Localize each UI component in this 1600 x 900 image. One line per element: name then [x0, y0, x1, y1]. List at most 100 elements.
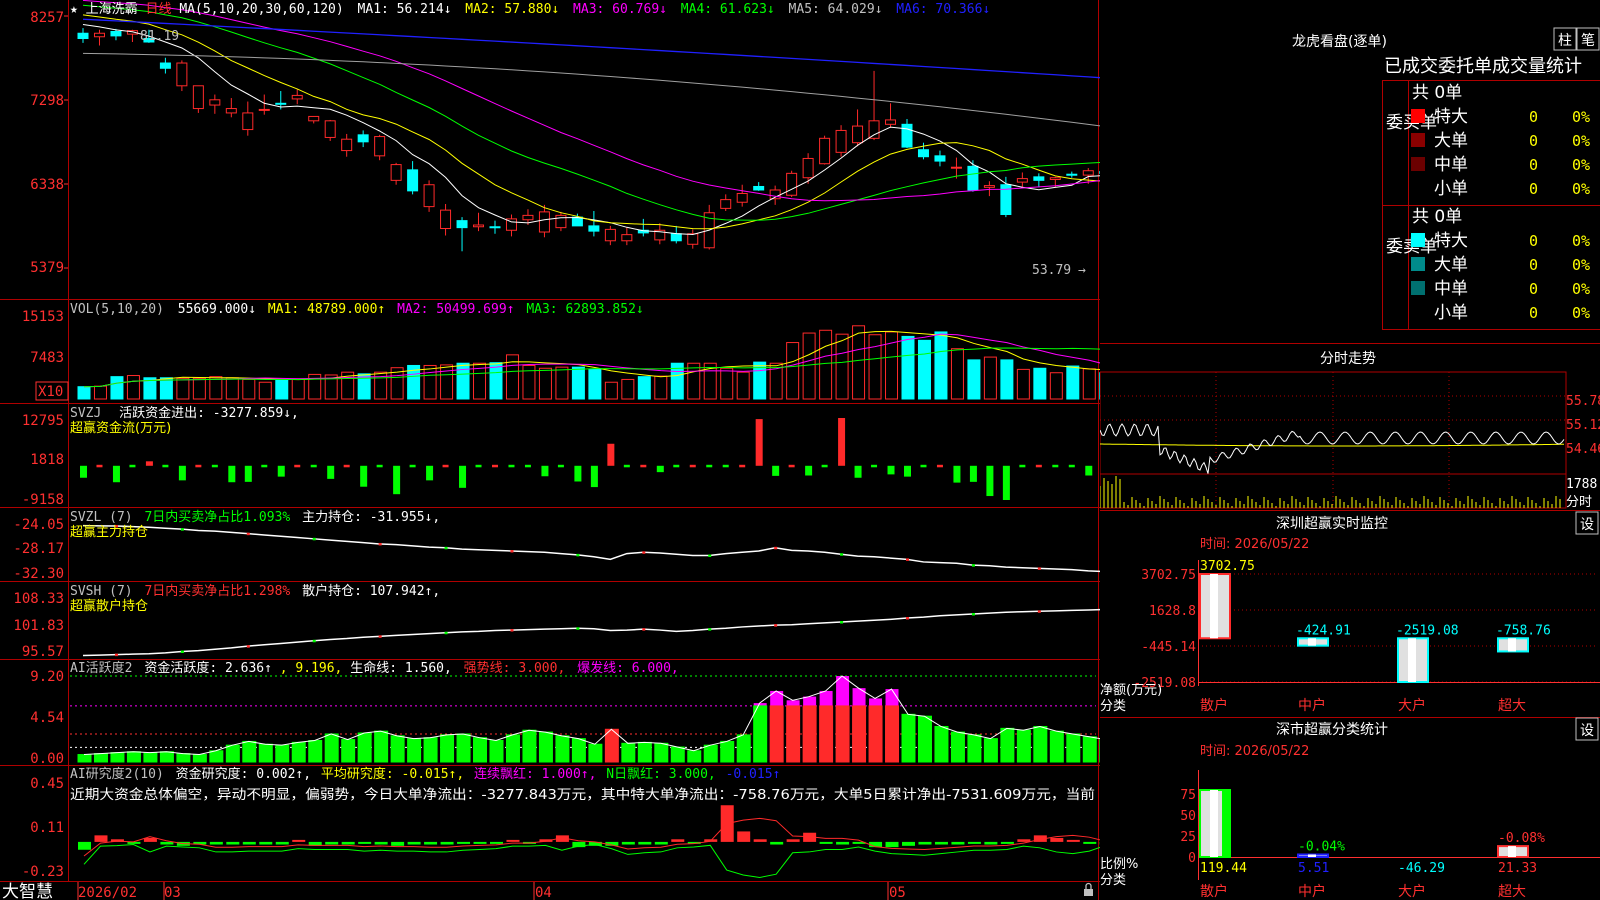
svzj-bar	[722, 464, 729, 468]
right-panel: 龙虎看盘(逐单) 柱 笔 已成交委托单成交量统计 委买单 委卖单 共 0单特大0	[1100, 0, 1600, 900]
ai1-title: AI活跃度2	[70, 660, 132, 676]
svsh-line-dot	[971, 612, 975, 616]
ai1-bar	[983, 738, 998, 763]
svzl-value: 主力持仓: -31.955↓,	[302, 510, 440, 525]
row-name: 中单	[1434, 155, 1468, 175]
monitor-side-label-1: 净额(万元)	[1100, 683, 1162, 698]
classstat-settings-button[interactable]: 设	[1575, 717, 1599, 741]
candle	[1082, 170, 1094, 176]
kline-area[interactable]: 8257 7298 6338 5379 15153 7483 12795 181…	[0, 0, 1100, 900]
svzj-bar	[508, 464, 515, 468]
svsh-ytick-3: 95.57	[22, 644, 64, 660]
intraday-ytick-2: 55.12	[1566, 418, 1600, 433]
btn-bar[interactable]: 柱	[1553, 27, 1577, 51]
class-cat: 中户	[1298, 883, 1326, 900]
monitor-settings-button[interactable]: 设	[1575, 511, 1599, 535]
ai1-bar	[192, 754, 207, 763]
svsh-line-dot	[774, 624, 778, 627]
svzl-line-dot	[774, 546, 778, 550]
ai2-title: AI研究度2(10)	[70, 766, 164, 782]
monitor-bar-shine	[1308, 638, 1316, 646]
row-name: 小单	[1434, 303, 1468, 323]
candle	[522, 214, 534, 221]
vol-bar	[291, 378, 305, 400]
ai1-bar	[77, 754, 92, 763]
svzj-value: 活跃资金进出: -3277.859↓,	[119, 405, 299, 421]
svsh-line-dot	[510, 629, 514, 632]
candle	[390, 164, 402, 181]
ai1-v5: 爆发线: 6.000,	[577, 660, 679, 676]
vol-bar	[571, 366, 585, 400]
lock-icon[interactable]	[1084, 882, 1093, 897]
svzl-ytick-3: -32.30	[13, 566, 64, 582]
ai2-bar	[209, 841, 223, 845]
svzj-bar	[492, 464, 498, 468]
svzj-bar	[343, 464, 350, 468]
ai1-bar-top	[770, 690, 784, 706]
candle	[852, 125, 864, 144]
candle	[275, 102, 287, 105]
vol-bar	[917, 339, 931, 400]
vol-ytick-2: 7483	[30, 350, 64, 366]
ai2-bar	[934, 841, 948, 845]
row-pct: 0%	[1572, 156, 1590, 174]
volume-bars	[77, 325, 1100, 400]
legend-swatch	[1411, 133, 1425, 147]
svzl-line-dot	[642, 551, 646, 554]
svzj-bar	[673, 464, 680, 468]
svzl-desc: 7日内买卖净占比1.093%	[144, 509, 290, 525]
vol-bar	[934, 331, 948, 400]
legend-swatch	[1411, 109, 1425, 123]
row-name: 中单	[1434, 279, 1468, 299]
monitor-ytick: -445.14	[1141, 640, 1196, 655]
ai2-bar	[753, 839, 767, 842]
row-name: 特大	[1434, 107, 1468, 127]
vol-bar	[93, 385, 107, 400]
svsh-line-dot	[378, 635, 382, 638]
ai2-bar	[621, 841, 635, 845]
svzj-bar	[739, 464, 746, 468]
candle	[868, 120, 880, 139]
ai1-header: AI活跃度2 资金活跃度: 2.636↑ , 9.196, 生命线: 1.560…	[70, 660, 679, 676]
row-qty: 0	[1529, 256, 1538, 274]
kline-svg[interactable]: 8257 7298 6338 5379 15153 7483 12795 181…	[0, 0, 1100, 900]
row-name: 小单	[1434, 179, 1468, 199]
svsh-title: SVSH (7)	[70, 584, 133, 599]
candle	[604, 228, 616, 242]
ai1-bar	[687, 750, 702, 763]
ai1-bar	[1082, 736, 1097, 763]
svzj-bar	[772, 465, 780, 476]
candle	[786, 172, 798, 196]
ai2-header: AI研究度2(10) 资金研究度: 0.002↑, 平均研究度: -0.015↑…	[70, 766, 780, 782]
intraday-price-line	[1100, 423, 1565, 474]
svzl-ytick-2: -28.17	[13, 541, 64, 557]
vol-bar	[621, 378, 635, 400]
svzl-header: SVZL (7) 7日内买卖净占比1.093% 主力持仓: -31.955↓,	[70, 509, 440, 525]
candle	[687, 233, 699, 245]
intraday-chart[interactable]	[1100, 371, 1567, 509]
candle	[258, 108, 270, 111]
svzj-bar	[178, 465, 186, 481]
main-ytick-2: 7298	[30, 93, 64, 109]
svzj-bar	[393, 465, 401, 495]
row-name: 大单	[1434, 255, 1468, 275]
class-ytick: 50	[1180, 809, 1196, 824]
ai2-bar	[473, 841, 487, 844]
ai2-v5: -0.015↑	[726, 767, 781, 782]
row-pct: 0%	[1572, 232, 1590, 250]
svzl-line-dot	[510, 550, 514, 553]
ai2-green-line	[83, 844, 1100, 879]
monitor-cat: 超大	[1498, 698, 1526, 714]
vol-ma2: MA2: 50499.699↑	[397, 302, 514, 317]
classstat-side-label-1: 比例%	[1100, 857, 1138, 872]
vol-bar	[275, 379, 289, 400]
ai2-bar	[819, 841, 833, 844]
candle	[341, 138, 353, 152]
vol-bar	[967, 359, 981, 400]
candle	[950, 166, 962, 169]
classstat-title: 深市超赢分类统计	[1276, 721, 1388, 738]
btn-stroke[interactable]: 笔	[1576, 27, 1600, 51]
svsh-line-dot	[312, 639, 316, 643]
x-axis-ticks	[77, 882, 889, 900]
x-label-may: 05	[889, 885, 906, 900]
